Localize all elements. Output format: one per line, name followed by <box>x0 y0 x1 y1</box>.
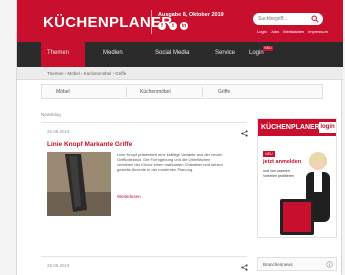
header-links: Login Jobs Mediadaten Impressum <box>257 29 328 34</box>
nav-item-service[interactable]: Service <box>215 50 235 56</box>
ad-tablet-image <box>280 199 314 235</box>
header-link[interactable]: Mediadaten <box>283 29 304 34</box>
breadcrumb-text[interactable]: Themen › Möbel › Küchenmöbel › Griffe <box>47 71 126 76</box>
share-icon[interactable] <box>241 264 248 271</box>
article-card: 28.08.2019 <box>41 256 248 275</box>
main-nav: Themen Medien Social Media Service Login… <box>17 42 343 67</box>
header-link[interactable]: Impressum <box>308 29 328 34</box>
article-date: 26.08.2019 <box>47 129 70 134</box>
header-divider <box>151 10 152 34</box>
tab-kuechenmoebel[interactable]: Küchenmöbel <box>140 89 171 95</box>
new-badge: NEU <box>263 46 273 51</box>
tab-divider <box>126 87 127 97</box>
ad-headline: jetzt anmelden <box>263 159 302 165</box>
breadcrumb: Themen › Möbel › Küchenmöbel › Griffe <box>17 67 343 80</box>
header-link[interactable]: Jobs <box>271 29 279 34</box>
edition-date: Ausgabe 8, Oktober 2019 <box>158 12 224 18</box>
site-header: KÜCHENPLANER Ausgabe 8, Oktober 2019 f t… <box>17 0 343 42</box>
linkedin-icon[interactable]: in <box>180 22 188 30</box>
nav-item-login[interactable]: Login <box>249 50 264 56</box>
article-title[interactable]: Linie Knopf Markante Griffe <box>47 141 132 148</box>
tab-griffe[interactable]: Griffe <box>218 89 230 95</box>
news-widget[interactable]: Branchennews <box>257 257 337 271</box>
article-date: 28.08.2019 <box>47 263 70 268</box>
twitter-icon[interactable]: t <box>169 22 177 30</box>
widget-title: Branchennews <box>263 262 293 267</box>
info-icon[interactable] <box>326 261 333 268</box>
page: KÜCHENPLANER Ausgabe 8, Oktober 2019 f t… <box>16 0 343 275</box>
nav-item-social-media[interactable]: Social Media <box>155 50 189 56</box>
article-text: Linie Knopf präsentiert eine kräftige Va… <box>117 152 223 172</box>
site-logo[interactable]: KÜCHENPLANER <box>43 14 172 31</box>
nav-item-themen[interactable]: Themen <box>47 50 69 56</box>
ad-copy: und von unseren Vorteilen profitieren <box>263 169 294 178</box>
ad-login-label: login <box>319 122 336 133</box>
article-image[interactable] <box>47 152 111 216</box>
social-links: f t in <box>158 22 188 30</box>
search-icon[interactable] <box>311 15 319 23</box>
login-ad-banner[interactable]: KÜCHENPLANER login NEU jetzt anmelden un… <box>257 118 337 238</box>
ad-brand: KÜCHENPLANER <box>261 124 320 131</box>
facebook-icon[interactable]: f <box>158 22 166 30</box>
header-link[interactable]: Login <box>257 29 267 34</box>
tab-moebel[interactable]: Möbel <box>56 89 70 95</box>
article-card: 26.08.2019 Linie Knopf Markante Griffe L… <box>41 122 248 252</box>
ad-new-badge: NEU <box>263 151 275 157</box>
subtabs: Möbel Küchenmöbel Griffe <box>41 84 323 99</box>
read-more-link[interactable]: Weiterlesen <box>117 194 141 199</box>
nav-item-medien[interactable]: Medien <box>103 50 123 56</box>
tab-divider <box>202 87 203 97</box>
ad-tablet-screen <box>283 202 311 232</box>
handle-photo <box>47 152 111 216</box>
section-label: Newsblog <box>41 112 61 117</box>
share-icon[interactable] <box>241 130 248 137</box>
ad-header: KÜCHENPLANER login <box>258 119 336 136</box>
